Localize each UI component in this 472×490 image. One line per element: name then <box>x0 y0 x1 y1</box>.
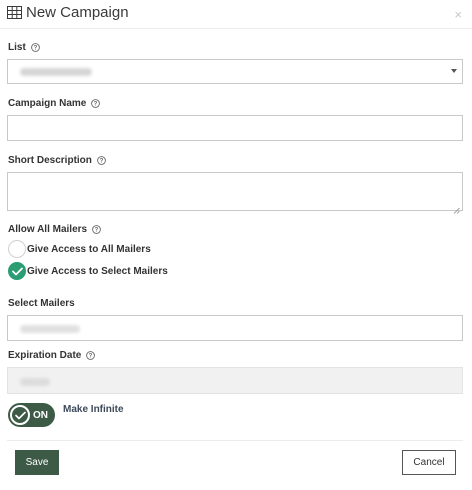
expiration-date-label-text: Expiration Date <box>8 350 82 361</box>
list-select[interactable] <box>7 59 463 84</box>
select-mailers-label-text: Select Mailers <box>8 298 75 309</box>
list-selected-value <box>20 68 92 76</box>
select-mailers-label: Select Mailers <box>8 298 75 309</box>
short-description-label-text: Short Description <box>8 155 92 166</box>
allow-all-mailers-label-text: Allow All Mailers <box>8 224 88 235</box>
radio-unchecked-icon[interactable] <box>8 240 26 258</box>
cancel-button[interactable]: Cancel <box>402 450 456 475</box>
radio-checked-icon[interactable] <box>8 262 26 280</box>
campaign-name-label: Campaign Name ? <box>8 98 101 109</box>
help-icon[interactable]: ? <box>97 156 106 165</box>
svg-text:?: ? <box>33 46 37 52</box>
make-infinite-label: Make Infinite <box>63 404 124 415</box>
svg-text:?: ? <box>95 228 99 234</box>
new-campaign-modal: New Campaign × List ? Campaign Name ? Sh… <box>0 0 472 490</box>
check-circle-icon <box>10 405 30 425</box>
select-mailers-value <box>20 325 80 333</box>
modal-header: New Campaign × <box>0 0 472 29</box>
campaign-name-input[interactable] <box>7 115 463 141</box>
short-description-label: Short Description ? <box>8 155 106 166</box>
save-button[interactable]: Save <box>15 450 59 475</box>
help-icon[interactable]: ? <box>86 351 96 360</box>
radio-option-select-mailers[interactable]: Give Access to Select Mailers <box>8 262 168 280</box>
modal-title: New Campaign <box>7 4 129 21</box>
list-label: List ? <box>8 42 40 53</box>
table-grid-icon <box>7 6 22 19</box>
select-mailers-input[interactable] <box>7 315 463 341</box>
toggle-on-text: ON <box>33 409 48 421</box>
help-icon[interactable]: ? <box>30 43 40 52</box>
expiration-date-label: Expiration Date ? <box>8 350 96 361</box>
radio-label-all-mailers: Give Access to All Mailers <box>27 243 151 255</box>
help-icon[interactable]: ? <box>92 225 101 234</box>
campaign-name-label-text: Campaign Name <box>8 98 87 109</box>
expiration-date-input <box>7 367 463 394</box>
footer-divider <box>7 440 463 441</box>
svg-text:?: ? <box>100 159 104 165</box>
modal-title-text: New Campaign <box>26 4 129 21</box>
resize-grip-icon[interactable] <box>453 201 460 214</box>
allow-all-mailers-label: Allow All Mailers ? <box>8 224 101 235</box>
svg-text:?: ? <box>89 354 93 360</box>
short-description-textarea[interactable] <box>7 172 463 214</box>
radio-label-select-mailers: Give Access to Select Mailers <box>27 265 168 277</box>
chevron-down-icon <box>451 69 457 73</box>
make-infinite-toggle[interactable]: ON <box>8 403 55 427</box>
list-label-text: List <box>8 42 26 53</box>
radio-option-all-mailers[interactable]: Give Access to All Mailers <box>8 240 151 258</box>
close-icon[interactable]: × <box>454 7 462 22</box>
expiration-date-value <box>20 378 50 386</box>
svg-text:?: ? <box>94 102 98 108</box>
help-icon[interactable]: ? <box>91 99 101 108</box>
